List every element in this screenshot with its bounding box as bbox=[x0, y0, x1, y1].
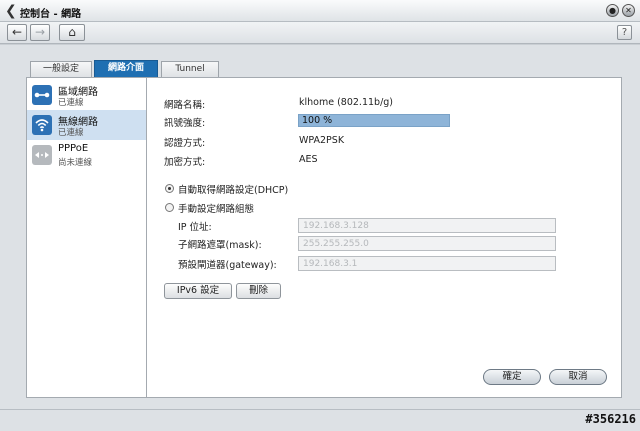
manual-label[interactable]: 手動設定網路組態 bbox=[178, 201, 254, 215]
interface-item-lan[interactable]: 區域網路 已連線 bbox=[27, 80, 146, 110]
ssid-value: klhome (802.11b/g) bbox=[299, 97, 394, 108]
gateway-label: 預設閘道器(gateway): bbox=[178, 260, 277, 271]
settings-orb-icon[interactable]: ● bbox=[606, 4, 619, 17]
interface-status: 尚未連線 bbox=[58, 158, 93, 168]
home-button[interactable]: ⌂ bbox=[59, 24, 85, 41]
interface-item-pppoe[interactable]: PPPoE 尚未連線 bbox=[27, 140, 146, 170]
toolbar: ← → ⌂ ? bbox=[0, 22, 640, 44]
gateway-input[interactable] bbox=[298, 256, 556, 271]
ip-address-label: IP 位址: bbox=[178, 222, 212, 233]
interface-status: 已連線 bbox=[58, 98, 84, 108]
status-bar bbox=[0, 409, 640, 431]
signal-strength-bar: 100 % bbox=[298, 114, 450, 127]
ipv6-settings-button[interactable]: IPv6 設定 bbox=[164, 283, 232, 299]
auth-value: WPA2PSK bbox=[299, 135, 345, 146]
ok-button[interactable]: 確定 bbox=[483, 369, 541, 385]
back-button[interactable]: ← bbox=[7, 24, 27, 41]
interface-name: PPPoE bbox=[58, 143, 89, 154]
interface-status: 已連線 bbox=[58, 128, 84, 138]
title-back-icon[interactable]: ❮ bbox=[5, 3, 17, 19]
encryption-value: AES bbox=[299, 154, 318, 165]
tab-network-interface[interactable]: 網路介面 bbox=[94, 60, 158, 77]
pppoe-icon bbox=[32, 145, 52, 165]
wifi-icon bbox=[32, 115, 52, 135]
dhcp-radio[interactable] bbox=[165, 184, 174, 193]
forward-button[interactable]: → bbox=[30, 24, 50, 41]
auth-label: 認證方式: bbox=[164, 138, 206, 149]
manual-radio[interactable] bbox=[165, 203, 174, 212]
subnet-mask-label: 子網路遮罩(mask): bbox=[178, 240, 262, 251]
close-window-button[interactable]: ✕ bbox=[622, 4, 635, 17]
interface-item-wireless[interactable]: 無線網路 已連線 bbox=[27, 110, 146, 140]
ssid-label: 網路名稱: bbox=[164, 100, 206, 111]
lan-icon bbox=[32, 85, 52, 105]
delete-button[interactable]: 刪除 bbox=[236, 283, 281, 299]
encryption-label: 加密方式: bbox=[164, 157, 206, 168]
watermark: #356216 bbox=[585, 412, 636, 426]
subnet-mask-input[interactable] bbox=[298, 236, 556, 251]
tab-tunnel[interactable]: Tunnel bbox=[161, 61, 219, 77]
title-bar: ❮ 控制台 - 網路 ● ✕ bbox=[0, 0, 640, 22]
tab-general[interactable]: 一般設定 bbox=[30, 61, 92, 77]
signal-value: 100 % bbox=[302, 115, 333, 126]
signal-label: 訊號強度: bbox=[164, 118, 206, 129]
dhcp-label[interactable]: 自動取得網路設定(DHCP) bbox=[178, 182, 288, 196]
interface-list: 區域網路 已連線 無線網路 已連線 PPPoE 尚未連線 bbox=[27, 78, 147, 397]
window-title: 控制台 - 網路 bbox=[20, 9, 82, 20]
cancel-button[interactable]: 取消 bbox=[549, 369, 607, 385]
help-button[interactable]: ? bbox=[617, 25, 632, 40]
ip-address-input[interactable] bbox=[298, 218, 556, 233]
